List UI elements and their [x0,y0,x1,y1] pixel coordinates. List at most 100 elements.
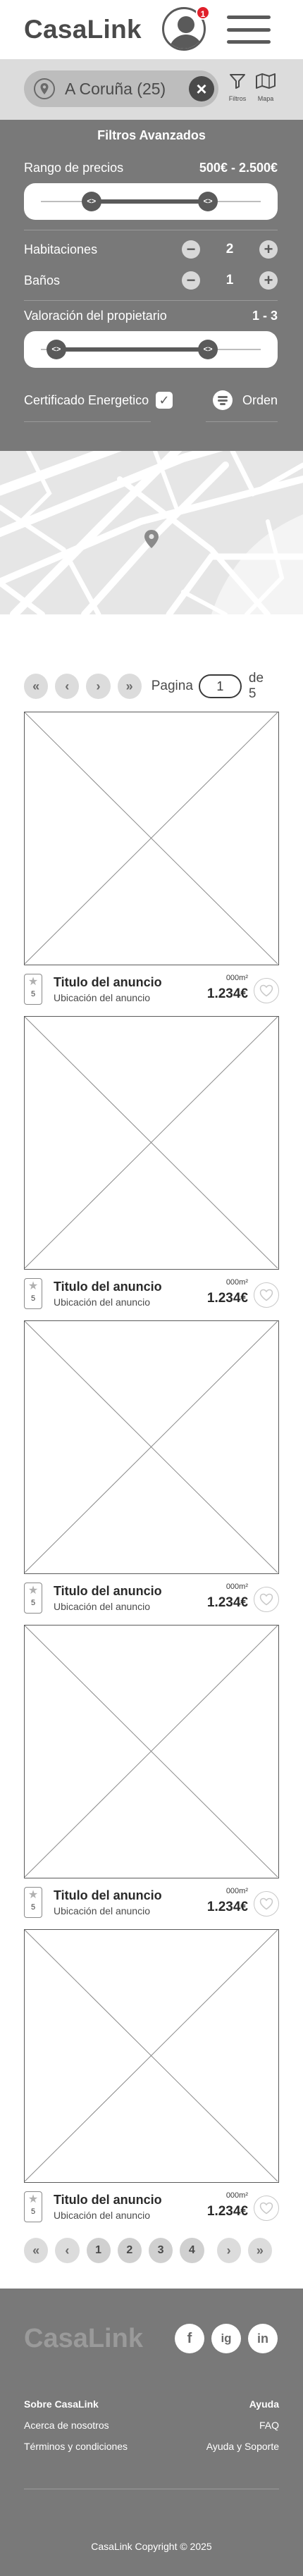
top-pagination: « ‹ › » Pagina 1 de 5 [24,671,279,701]
listing-price: 1.234€ [206,986,248,1001]
footer-logo[interactable]: CasaLink [24,2324,143,2354]
listing-title[interactable]: Titulo del anuncio [54,1280,162,1294]
map-label: Mapa [257,95,274,102]
first-page-button[interactable]: « [24,674,49,699]
star-icon: ★ [27,976,39,988]
footer-help-heading: Ayuda [249,2398,279,2410]
footer-support-link[interactable]: Ayuda y Soporte [206,2441,279,2452]
listing-rating-badge: ★ 5 [24,1583,42,1614]
filter-divider [24,300,278,301]
footer-faq-link[interactable]: FAQ [259,2420,279,2431]
page-label: Pagina [151,679,193,693]
price-range-row: Rango de precios 500€ - 2.500€ [24,161,278,175]
map-button[interactable]: Mapa [254,72,278,102]
listing-location: Ubicación del anuncio [54,2210,150,2221]
baths-row: Baños − 1 + [24,269,278,292]
listing-rating: 5 [30,2207,36,2216]
last-page-button[interactable]: » [117,674,142,699]
rooms-row: Habitaciones − 2 + [24,238,278,261]
clear-search-button[interactable]: × [189,76,214,101]
location-search-input[interactable]: A Coruña (25) × [24,70,218,107]
baths-stepper: − 1 + [182,271,278,290]
star-icon: ★ [27,2193,39,2205]
favorite-heart-icon[interactable] [254,2196,279,2221]
listing-area: 000m² [225,1278,248,1287]
listing-card[interactable]: ★ 5 Titulo del anuncio Ubicación del anu… [24,1625,279,1924]
baths-increase-button[interactable]: + [259,271,278,290]
listing-title[interactable]: Titulo del anuncio [54,1888,162,1903]
listing-card[interactable]: ★ 5 Titulo del anuncio Ubicación del anu… [24,712,279,1010]
order-label: Orden [242,392,278,407]
listing-location: Ubicación del anuncio [54,1296,150,1308]
price-range-value: 500€ - 2.500€ [199,161,278,175]
page-button-3[interactable]: 3 [149,2238,173,2263]
listing-rating-badge: ★ 5 [24,974,42,1005]
listing-rating-badge: ★ 5 [24,1887,42,1918]
price-min-handle[interactable]: <> [81,192,101,211]
listing-image-placeholder[interactable] [24,1320,279,1574]
favorite-heart-icon[interactable] [254,1282,279,1308]
rating-max-handle[interactable]: <> [198,340,218,359]
footer-about-link[interactable]: Acerca de nosotros [24,2420,109,2431]
price-max-handle[interactable]: <> [198,192,218,211]
listing-area: 000m² [225,1887,248,1895]
rating-min-handle[interactable]: <> [46,340,66,359]
previous-page-button[interactable]: ‹ [55,2238,80,2263]
first-page-button[interactable]: « [24,2238,49,2263]
listing-image-placeholder[interactable] [24,1929,279,2183]
advanced-filters-panel: Filtros Avanzados Rango de precios 500€ … [0,120,303,451]
filters-button[interactable]: Filtros [225,72,249,102]
footer-terms-link[interactable]: Términos y condiciones [24,2441,128,2452]
star-icon: ★ [27,1585,39,1597]
favorite-heart-icon[interactable] [254,1891,279,1916]
page-button-2[interactable]: 2 [117,2238,142,2263]
instagram-icon[interactable]: ig [211,2324,241,2353]
listing-title[interactable]: Titulo del anuncio [54,975,162,990]
copyright-text: CasaLink Copyright © 2025 [91,2541,212,2552]
listing-card[interactable]: ★ 5 Titulo del anuncio Ubicación del anu… [24,1016,279,1315]
page-number-input[interactable]: 1 [198,674,242,698]
favorite-heart-icon[interactable] [254,978,279,1003]
total-pages-label: de 5 [248,671,264,701]
facebook-icon[interactable]: f [175,2324,204,2353]
energy-certificate-filter[interactable]: Certificado Energetico ✓ [24,392,173,409]
listing-title[interactable]: Titulo del anuncio [54,1584,162,1599]
star-icon: ★ [27,1280,39,1292]
footer-about-heading: Sobre CasaLink [24,2398,99,2410]
energy-certificate-checkbox[interactable]: ✓ [156,392,173,409]
next-page-button[interactable]: › [86,674,111,699]
owner-rating-slider[interactable]: <> <> [24,331,278,368]
user-avatar-button[interactable]: 1 [162,6,210,51]
filters-label: Filtros [228,95,247,102]
search-bar: A Coruña (25) × Filtros Mapa [0,59,303,120]
listing-image-placeholder[interactable] [24,1625,279,1878]
listing-card[interactable]: ★ 5 Titulo del anuncio Ubicación del anu… [24,1320,279,1619]
listing-image-placeholder[interactable] [24,1016,279,1270]
rooms-value: 2 [225,242,234,256]
listing-title[interactable]: Titulo del anuncio [54,2193,162,2207]
rooms-stepper: − 2 + [182,240,278,259]
app-logo[interactable]: CasaLink [24,15,142,44]
owner-rating-value: 1 - 3 [252,309,278,323]
favorite-heart-icon[interactable] [254,1587,279,1612]
listing-card[interactable]: ★ 5 Titulo del anuncio Ubicación del anu… [24,1929,279,2228]
order-button[interactable]: Orden [212,390,278,410]
price-range-slider[interactable]: <> <> [24,183,278,220]
previous-page-button[interactable]: ‹ [55,674,80,699]
listing-image-placeholder[interactable] [24,712,279,965]
page-button-1[interactable]: 1 [86,2238,111,2263]
results-map[interactable] [0,451,303,614]
listing-meta: ★ 5 Titulo del anuncio Ubicación del anu… [24,2188,279,2228]
rooms-increase-button[interactable]: + [259,240,278,259]
baths-decrease-button[interactable]: − [182,271,200,290]
next-page-button[interactable]: › [216,2238,241,2263]
rooms-decrease-button[interactable]: − [182,240,200,259]
listing-meta: ★ 5 Titulo del anuncio Ubicación del anu… [24,1580,279,1619]
top-bar: CasaLink 1 [0,0,303,59]
page-button-4[interactable]: 4 [180,2238,204,2263]
last-page-button[interactable]: » [247,2238,272,2263]
hamburger-menu-icon[interactable] [227,13,271,47]
listing-rating: 5 [30,1294,36,1303]
linkedin-icon[interactable]: in [248,2324,278,2353]
listing-location: Ubicación del anuncio [54,992,150,1003]
